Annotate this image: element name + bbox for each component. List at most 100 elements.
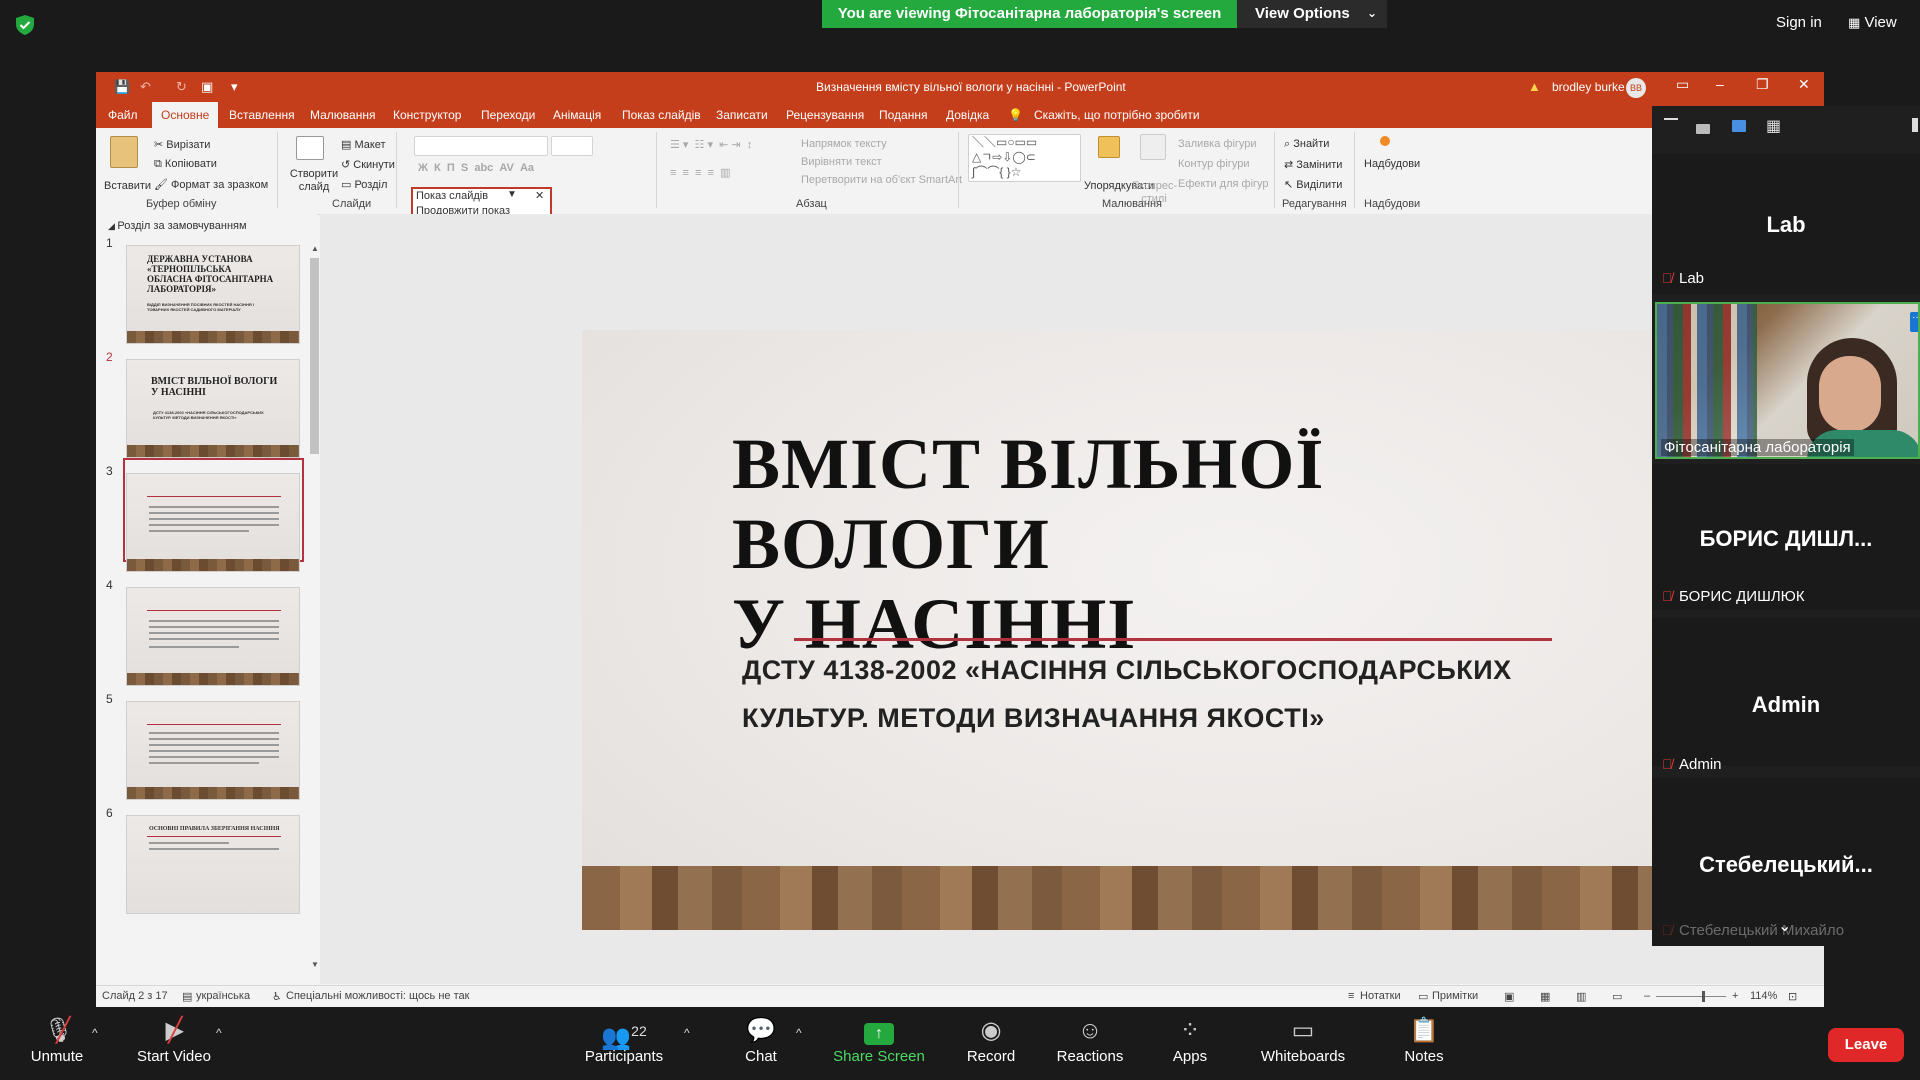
shapes-gallery[interactable]: ＼＼▭○▭▭ △ㄱ⇨⇩◯⊂ ∫⌒⌒{ }☆ (968, 134, 1081, 182)
zoom-out-icon[interactable]: – (1644, 990, 1650, 1002)
share-screen-button[interactable]: ↑ Share Screen (832, 1014, 926, 1065)
smartart-button[interactable]: Перетворити на об'єкт SmartArt (801, 174, 962, 186)
section-button[interactable]: ▭ Розділ (341, 178, 387, 191)
close-icon[interactable]: ✕ (535, 189, 544, 202)
participant-tile[interactable]: Admin 🎙̸ Admin (1652, 618, 1920, 773)
slide-title[interactable]: ВМІСТ ВІЛЬНОЇ ВОЛОГИ У НАСІННІ (732, 424, 1632, 664)
restore-icon[interactable]: ❐ (1756, 76, 1769, 93)
minimize-icon[interactable]: – (1716, 76, 1724, 92)
chat-button[interactable]: 💬 Chat (736, 1014, 786, 1065)
tab-insert[interactable]: Вставлення (229, 102, 295, 128)
tab-transitions[interactable]: Переходи (481, 102, 535, 128)
fit-slide-icon[interactable]: ⊡ (1788, 990, 1797, 1003)
participant-tile[interactable]: БОРИС ДИШЛ... 🎙̸ БОРИС ДИШЛЮК (1652, 464, 1920, 610)
chat-caret-icon[interactable]: ^ (796, 1026, 802, 1040)
reactions-button[interactable]: ☺ Reactions (1050, 1014, 1130, 1065)
start-video-button[interactable]: ▶╱ Start Video (130, 1014, 218, 1065)
participant-tile[interactable]: Lab 🎙̸ Lab (1652, 154, 1920, 294)
shape-fill-button[interactable]: Заливка фігури (1178, 138, 1257, 150)
font-name-select[interactable] (414, 136, 548, 156)
normal-view-icon[interactable]: ▣ (1504, 990, 1514, 1003)
scroll-up-icon[interactable]: ▲ (311, 244, 319, 253)
thumbnails-scrollbar[interactable]: ▲ ▼ (308, 244, 320, 974)
notes-button[interactable]: Нотатки (1360, 990, 1401, 1002)
replace-button[interactable]: ⇄ Замінити (1284, 158, 1342, 171)
reset-button[interactable]: ↺ Скинути (341, 158, 395, 171)
strip-view-icon[interactable] (1732, 120, 1746, 132)
sign-in-link[interactable]: Sign in (1776, 14, 1822, 31)
zoom-slider-thumb[interactable] (1702, 991, 1705, 1002)
customize-qat-icon[interactable]: ▾ (231, 79, 238, 95)
zoom-slider[interactable] (1656, 996, 1726, 997)
cut-button[interactable]: ✂ Вирізати (154, 138, 210, 151)
select-button[interactable]: ↖ Виділити (1284, 178, 1342, 191)
new-slide-button[interactable]: Створити слайд (289, 168, 339, 194)
reading-view-icon[interactable]: ▥ (1576, 990, 1586, 1003)
participant-video-tile[interactable]: ··· Фітосанітарна лабораторія (1655, 302, 1920, 459)
layout-button[interactable]: ▤ Макет (341, 138, 386, 151)
leave-button[interactable]: Leave (1828, 1028, 1904, 1062)
paste-button[interactable]: Вставити (104, 180, 151, 192)
comments-button[interactable]: Примітки (1432, 990, 1478, 1002)
slide-subtitle[interactable]: ДСТУ 4138-2002 «НАСІННЯ СІЛЬСЬКОГОСПОДАР… (742, 646, 1642, 742)
gallery-view-icon[interactable]: ▦ (1766, 116, 1781, 136)
minimize-panel-icon[interactable] (1664, 118, 1678, 120)
tab-file[interactable]: Файл (108, 102, 138, 128)
tab-review[interactable]: Рецензування (786, 102, 864, 128)
record-button[interactable]: ◉ Record (958, 1014, 1024, 1065)
participants-button[interactable]: 👥22 Participants (580, 1014, 668, 1065)
scroll-down-icon[interactable]: ▼ (311, 960, 319, 969)
tab-animations[interactable]: Анімація (553, 102, 601, 128)
format-painter-button[interactable]: 🖌 Формат за зразком (154, 178, 268, 191)
quick-styles-icon[interactable] (1140, 134, 1166, 160)
video-options-caret-icon[interactable]: ^ (216, 1026, 222, 1040)
speaker-view-icon[interactable] (1696, 124, 1710, 134)
addins-button[interactable]: Надбудови (1364, 158, 1420, 170)
arrange-icon[interactable] (1098, 136, 1120, 158)
present-icon[interactable]: ▣ (201, 79, 213, 95)
tab-draw[interactable]: Малювання (310, 102, 375, 128)
align-icons[interactable]: ≡ ≡ ≡ ≡ ▥ (670, 166, 731, 179)
undo-icon[interactable]: ↶ (140, 79, 151, 95)
slide-thumbnail-4[interactable] (127, 588, 299, 685)
copy-button[interactable]: ⧉ Копіювати (154, 158, 217, 171)
tab-home[interactable]: Основне (152, 102, 219, 128)
apps-button[interactable]: ⁘ Apps (1164, 1014, 1216, 1065)
current-slide[interactable]: ВМІСТ ВІЛЬНОЇ ВОЛОГИ У НАСІННІ ДСТУ 4138… (582, 330, 1672, 930)
slide-counter[interactable]: Слайд 2 з 17 (102, 990, 168, 1002)
view-button[interactable]: ▦ View (1848, 14, 1897, 31)
slide-thumbnail-5[interactable] (127, 702, 299, 799)
redo-icon[interactable]: ↻ (176, 79, 187, 95)
shape-outline-button[interactable]: Контур фігури (1178, 158, 1249, 170)
slide-thumbnail-6[interactable]: ОСНОВНІ ПРАВИЛА ЗБЕРІГАННЯ НАСІННЯ (127, 816, 299, 913)
find-button[interactable]: ⌕ Знайти (1284, 138, 1329, 151)
tab-view[interactable]: Подання (879, 102, 927, 128)
slide-thumbnail-2[interactable]: ВМІСТ ВІЛЬНОЇ ВОЛОГИ У НАСІННІ ДСТУ 4138… (127, 360, 299, 457)
user-name[interactable]: brodley burke (1552, 80, 1625, 94)
save-icon[interactable]: 💾 (114, 79, 130, 95)
accessibility-status[interactable]: Спеціальні можливості: щось не так (286, 990, 469, 1002)
tell-me-search[interactable]: Скажіть, що потрібно зробити (1034, 102, 1200, 128)
tab-help[interactable]: Довідка (946, 102, 989, 128)
tab-slideshow[interactable]: Показ слайдів (622, 102, 701, 128)
scroll-thumb[interactable] (310, 258, 319, 454)
chevron-down-icon[interactable]: ⌄ (1778, 916, 1791, 936)
more-options-icon[interactable]: ··· (1910, 312, 1918, 332)
slide-thumbnail-1[interactable]: ДЕРЖАВНА УСТАНОВА «ТЕРНОПІЛЬСЬКА ОБЛАСНА… (127, 246, 299, 343)
section-header[interactable]: ◢ Розділ за замовчуванням (108, 220, 247, 232)
slideshow-item[interactable]: Показ слайдів (416, 190, 488, 202)
list-icons[interactable]: ☰ ▾ ☷ ▾ ⇤ ⇥ ↕ (670, 138, 752, 151)
slide-sorter-icon[interactable]: ▦ (1540, 990, 1550, 1003)
shield-check-icon[interactable] (14, 14, 36, 36)
slide-thumbnail-3[interactable] (127, 474, 299, 571)
paste-icon[interactable] (110, 136, 138, 168)
tab-design[interactable]: Конструктор (393, 102, 461, 128)
notes-button[interactable]: 📋 Notes (1398, 1014, 1450, 1065)
align-text-button[interactable]: Вирівняти текст (801, 156, 882, 168)
audio-options-caret-icon[interactable]: ^ (92, 1026, 98, 1040)
tab-record[interactable]: Записати (716, 102, 768, 128)
shape-effects-button[interactable]: Ефекти для фігур (1178, 178, 1269, 190)
zoom-in-icon[interactable]: + (1732, 990, 1738, 1002)
close-icon[interactable]: ✕ (1798, 76, 1810, 93)
font-size-select[interactable] (551, 136, 593, 156)
